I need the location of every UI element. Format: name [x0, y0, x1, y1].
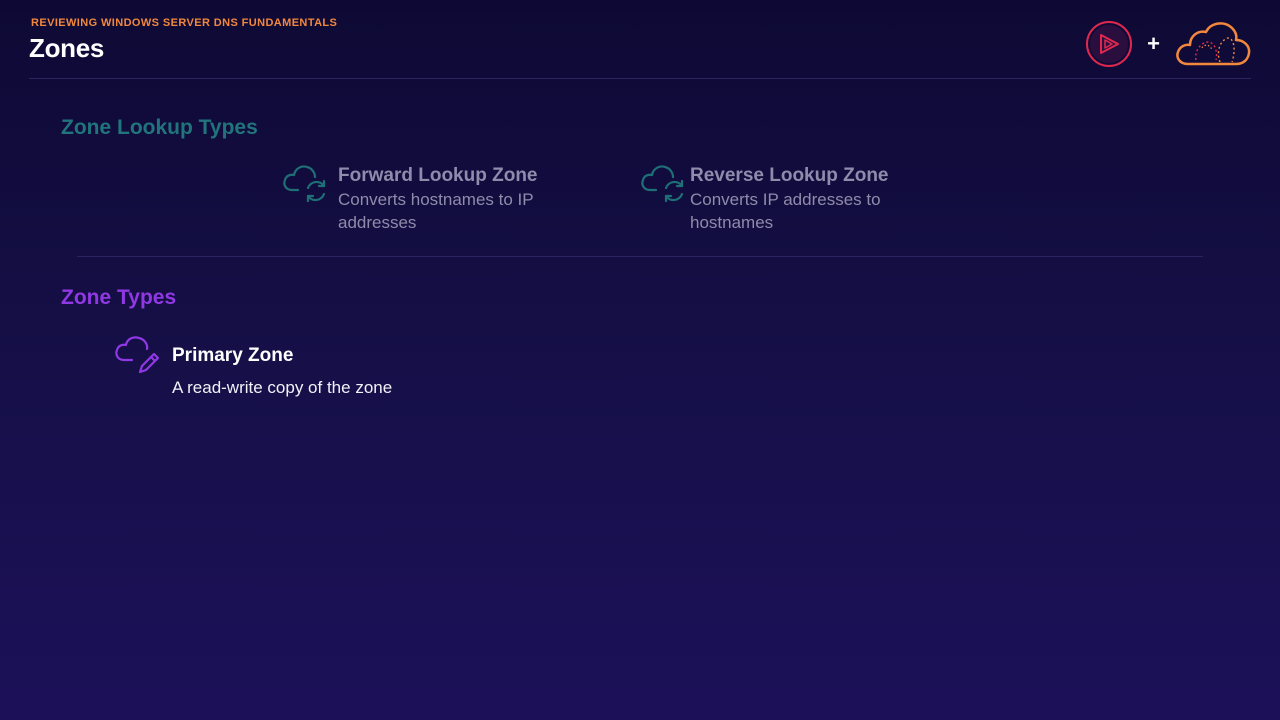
forward-lookup-zone-desc: Converts hostnames to IP addresses — [338, 190, 534, 232]
header-divider — [29, 78, 1251, 79]
forward-lookup-zone-name: Forward Lookup Zone — [338, 165, 538, 186]
forward-lookup-zone-text: Forward Lookup Zone Converts hostnames t… — [338, 164, 568, 234]
play-badge-icon — [1086, 21, 1133, 67]
header-eyebrow: REVIEWING WINDOWS SERVER DNS FUNDAMENTAL… — [31, 17, 338, 29]
reverse-lookup-zone-name: Reverse Lookup Zone — [690, 165, 889, 186]
zone-types-heading: Zone Types — [61, 286, 177, 309]
section-divider — [77, 256, 1203, 257]
cloud-pencil-icon — [114, 336, 162, 380]
reverse-lookup-zone-desc: Converts IP addresses to hostnames — [690, 190, 881, 232]
plus-sign: + — [1147, 31, 1160, 56]
primary-zone-text: Primary Zone A read-write copy of the zo… — [172, 336, 392, 399]
dotted-cloud-icon — [1176, 22, 1251, 66]
zone-lookup-types-heading: Zone Lookup Types — [61, 116, 258, 139]
forward-lookup-zone-item: Forward Lookup Zone Converts hostnames t… — [282, 164, 568, 234]
cloud-refresh-icon — [640, 164, 688, 208]
reverse-lookup-zone-item: Reverse Lookup Zone Converts IP addresse… — [640, 164, 920, 234]
brand-logos: + — [1085, 20, 1252, 68]
primary-zone-name: Primary Zone — [172, 345, 294, 366]
page-title: Zones — [29, 33, 105, 63]
primary-zone-item: Primary Zone A read-write copy of the zo… — [114, 336, 392, 399]
reverse-lookup-zone-text: Reverse Lookup Zone Converts IP addresse… — [690, 164, 920, 234]
cloud-refresh-icon — [282, 164, 330, 208]
primary-zone-desc: A read-write copy of the zone — [172, 378, 393, 397]
